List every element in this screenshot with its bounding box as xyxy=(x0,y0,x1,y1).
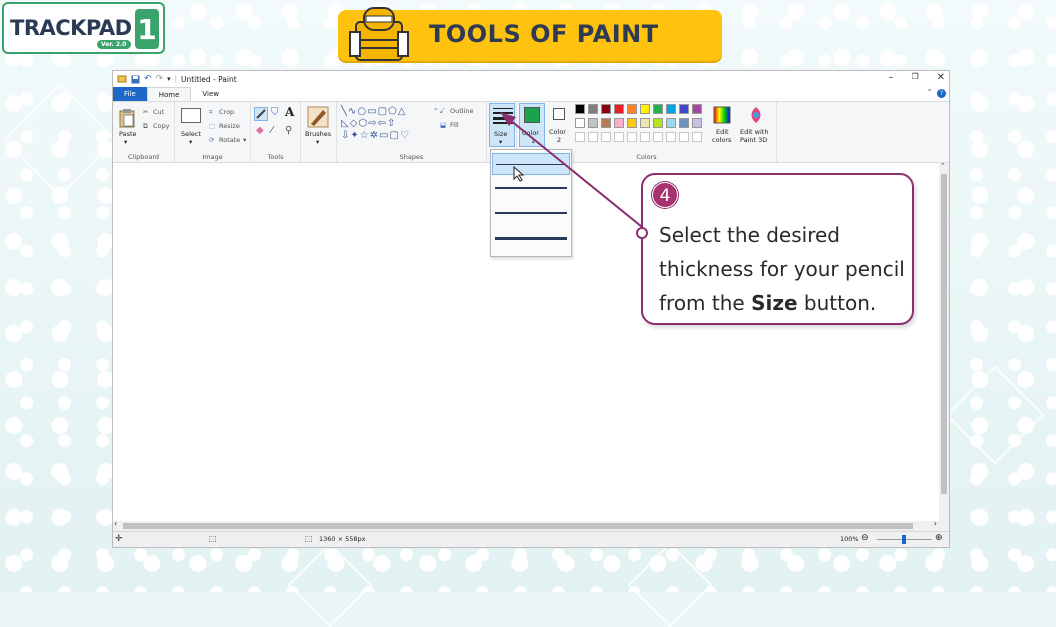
instruction-text: Select the desired thickness for your pe… xyxy=(659,218,911,320)
instruction-callout: 4 Select the desired thickness for your … xyxy=(636,173,914,325)
callout-connector-dot xyxy=(636,227,648,239)
instruction-text-end: button. xyxy=(797,291,877,315)
instruction-text-bold: Size xyxy=(751,291,798,315)
step-number-badge: 4 xyxy=(652,182,678,208)
